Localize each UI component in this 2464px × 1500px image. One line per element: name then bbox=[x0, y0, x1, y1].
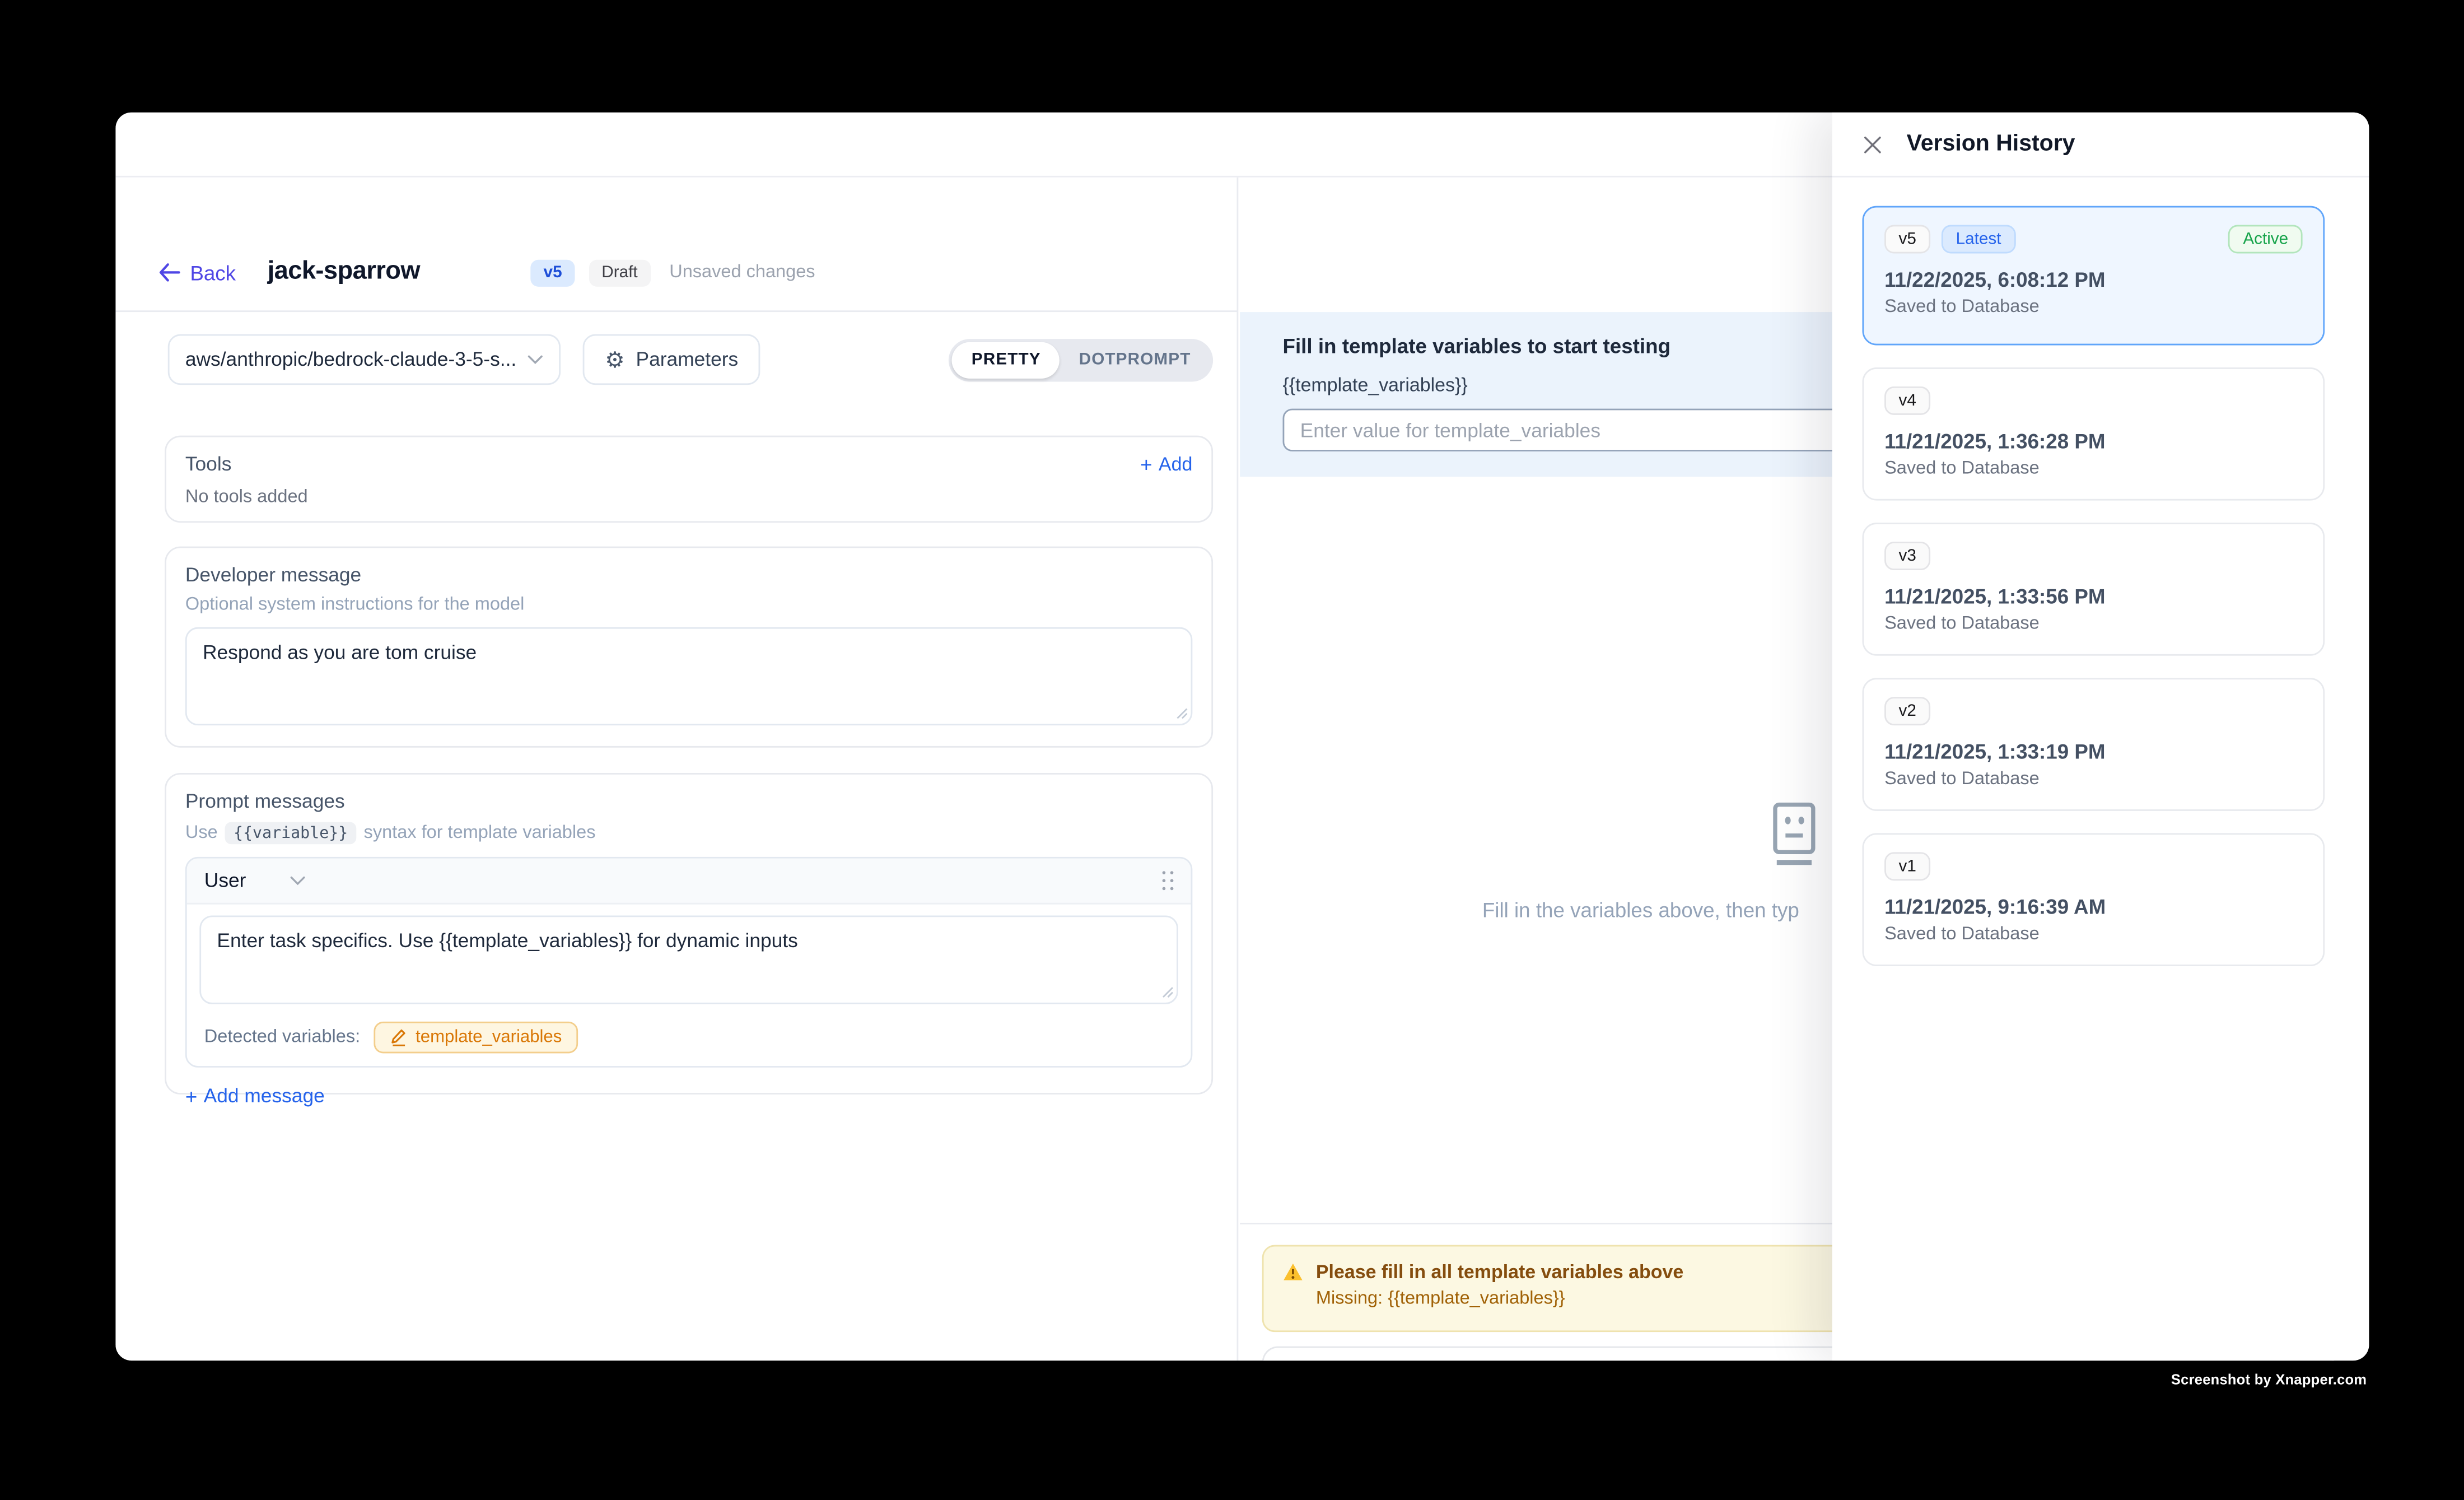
version-card-v1[interactable]: v1 11/21/2025, 9:16:39 AM Saved to Datab… bbox=[1862, 833, 2325, 966]
close-button[interactable] bbox=[1862, 134, 1883, 155]
version-chip: v1 bbox=[1884, 852, 1930, 881]
unsaved-changes-label: Unsaved changes bbox=[669, 263, 815, 282]
developer-message-label: Developer message bbox=[185, 564, 1192, 586]
model-select-value: aws/anthropic/bedrock-claude-3-5-s... bbox=[185, 348, 528, 371]
version-badge: v5 bbox=[531, 259, 575, 286]
version-chip: v5 bbox=[1884, 225, 1930, 254]
chevron-down-icon bbox=[291, 876, 306, 886]
version-chip: v3 bbox=[1884, 542, 1930, 570]
bot-face-icon bbox=[1767, 802, 1821, 876]
warning-title: Please fill in all template variables ab… bbox=[1316, 1261, 1683, 1283]
version-card-v3[interactable]: v3 11/21/2025, 1:33:56 PM Saved to Datab… bbox=[1862, 523, 2325, 656]
version-saved-status: Saved to Database bbox=[1884, 925, 2303, 944]
watermark: Screenshot by Xnapper.com bbox=[2171, 1372, 2367, 1387]
gear-icon: ⚙ bbox=[605, 348, 625, 371]
add-tool-button[interactable]: + Add bbox=[1140, 453, 1192, 476]
role-select[interactable] bbox=[291, 876, 306, 886]
prompt-messages-card: Prompt messages Use {{variable}} syntax … bbox=[165, 773, 1213, 1094]
active-badge: Active bbox=[2229, 225, 2303, 254]
user-message-input[interactable]: Enter task specifics. Use {{template_var… bbox=[199, 915, 1178, 1004]
version-card-v5[interactable]: v5 Latest Active 11/22/2025, 6:08:12 PM … bbox=[1862, 206, 2325, 346]
plus-icon: + bbox=[185, 1086, 197, 1106]
version-card-v2[interactable]: v2 11/21/2025, 1:33:19 PM Saved to Datab… bbox=[1862, 678, 2325, 811]
message-block: User Enter task specifics. Use {{templat… bbox=[185, 857, 1192, 1068]
model-select[interactable]: aws/anthropic/bedrock-claude-3-5-s... bbox=[168, 334, 561, 385]
developer-message-input[interactable]: Respond as you are tom cruise bbox=[185, 627, 1192, 725]
back-button[interactable]: Back bbox=[158, 260, 236, 284]
version-date: 11/22/2025, 6:08:12 PM bbox=[1884, 268, 2303, 291]
developer-message-card: Developer message Optional system instru… bbox=[165, 547, 1213, 748]
tools-label: Tools bbox=[185, 453, 232, 476]
version-list: v5 Latest Active 11/22/2025, 6:08:12 PM … bbox=[1832, 178, 2369, 966]
detected-variables-row: Detected variables: template_variables bbox=[187, 1015, 1191, 1066]
prompt-messages-hint: Use {{variable}} syntax for template var… bbox=[185, 822, 1192, 845]
role-select-value: User bbox=[204, 869, 246, 892]
back-label: Back bbox=[190, 260, 236, 284]
screenshot-stage: Back jack-sparrow v5 Draft Unsaved chang… bbox=[0, 0, 2464, 1500]
version-history-title: Version History bbox=[1907, 132, 2075, 157]
toggle-dotprompt[interactable]: DOTPROMPT bbox=[1060, 341, 1210, 378]
template-variable-name: template_variables bbox=[416, 1028, 562, 1047]
version-saved-status: Saved to Database bbox=[1884, 298, 2303, 317]
version-date: 11/21/2025, 1:33:19 PM bbox=[1884, 740, 2303, 763]
version-date: 11/21/2025, 1:33:56 PM bbox=[1884, 584, 2303, 608]
message-header: User bbox=[187, 859, 1191, 905]
view-mode-toggle: PRETTY DOTPROMPT bbox=[949, 338, 1213, 381]
version-saved-status: Saved to Database bbox=[1884, 459, 2303, 478]
version-chip: v2 bbox=[1884, 697, 1930, 725]
version-history-drawer: Version History v5 Latest Active 11/22/2… bbox=[1832, 113, 2369, 1361]
resize-handle-icon[interactable] bbox=[1163, 987, 1174, 998]
chevron-down-icon bbox=[528, 355, 543, 364]
template-variable-badge[interactable]: template_variables bbox=[375, 1022, 578, 1054]
variable-syntax-chip: {{variable}} bbox=[226, 822, 356, 845]
resize-handle-icon[interactable] bbox=[1177, 708, 1188, 719]
prompt-messages-label: Prompt messages bbox=[185, 790, 1192, 813]
hint-prefix: Use bbox=[185, 823, 218, 842]
developer-message-hint: Optional system instructions for the mod… bbox=[185, 595, 1192, 614]
page-title: jack-sparrow bbox=[268, 258, 420, 287]
pencil-icon bbox=[390, 1028, 408, 1047]
app-window: Back jack-sparrow v5 Draft Unsaved chang… bbox=[115, 113, 2369, 1361]
version-date: 11/21/2025, 9:16:39 AM bbox=[1884, 895, 2303, 919]
test-empty-state-text: Fill in the variables above, then typ bbox=[1482, 898, 1799, 921]
plus-icon: + bbox=[1140, 454, 1152, 474]
add-message-button[interactable]: + Add message bbox=[185, 1085, 1192, 1107]
detected-variables-label: Detected variables: bbox=[204, 1028, 360, 1047]
close-icon bbox=[1862, 134, 1883, 155]
toggle-pretty[interactable]: PRETTY bbox=[953, 341, 1060, 378]
tools-empty-text: No tools added bbox=[185, 488, 1192, 507]
add-message-label: Add message bbox=[204, 1085, 325, 1107]
parameters-button[interactable]: ⚙ Parameters bbox=[583, 334, 760, 385]
tools-card: Tools + Add No tools added bbox=[165, 436, 1213, 523]
latest-badge: Latest bbox=[1942, 225, 2015, 254]
prompt-editor-panel: Back jack-sparrow v5 Draft Unsaved chang… bbox=[115, 178, 1238, 1361]
hint-suffix: syntax for template variables bbox=[364, 823, 596, 842]
warning-triangle-icon bbox=[1283, 1263, 1304, 1282]
model-toolbar: aws/anthropic/bedrock-claude-3-5-s... ⚙ … bbox=[168, 334, 1213, 385]
version-chip: v4 bbox=[1884, 386, 1930, 415]
version-saved-status: Saved to Database bbox=[1884, 770, 2303, 789]
editor-header: Back jack-sparrow v5 Draft Unsaved chang… bbox=[115, 178, 1236, 312]
version-saved-status: Saved to Database bbox=[1884, 614, 2303, 633]
version-card-v4[interactable]: v4 11/21/2025, 1:36:28 PM Saved to Datab… bbox=[1862, 367, 2325, 501]
drag-handle-icon[interactable] bbox=[1161, 871, 1173, 891]
version-history-header: Version History bbox=[1832, 113, 2369, 178]
back-arrow-icon bbox=[158, 263, 181, 282]
status-badge: Draft bbox=[589, 259, 651, 286]
version-date: 11/21/2025, 1:36:28 PM bbox=[1884, 429, 2303, 453]
parameters-label: Parameters bbox=[636, 348, 739, 371]
add-tool-label: Add bbox=[1159, 453, 1192, 476]
